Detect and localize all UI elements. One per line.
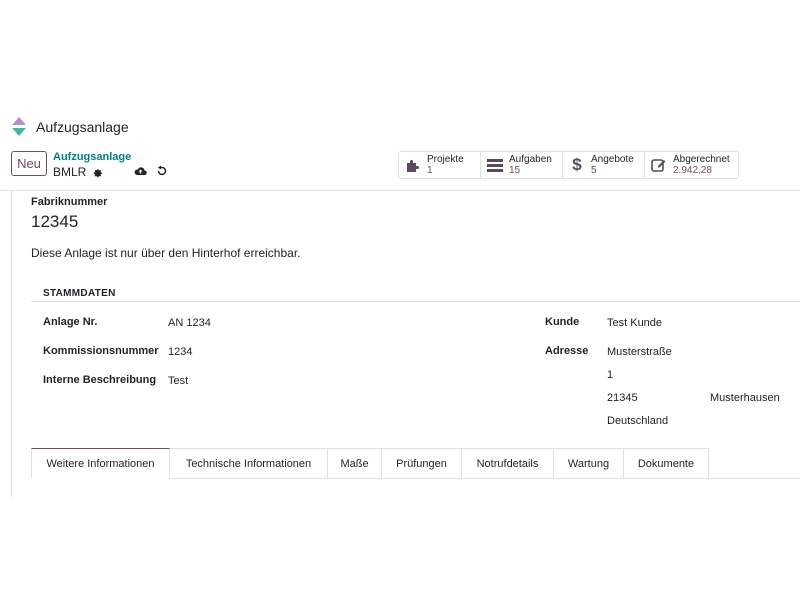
access-note[interactable]: Diese Anlage ist nur über den Hinterhof …	[31, 246, 301, 260]
app-logo-icon	[12, 117, 26, 137]
stat-button-aufgaben[interactable]: Aufgaben 15	[481, 152, 563, 178]
tasks-icon	[487, 157, 503, 173]
tab-notrufdetails[interactable]: Notrufdetails	[462, 448, 554, 479]
stat-label: Projekte	[427, 154, 464, 165]
gear-icon[interactable]	[90, 165, 104, 179]
adresse-label: Adresse	[545, 345, 589, 357]
stat-value: 1	[427, 165, 433, 176]
kommissionsnummer-field[interactable]: 1234	[168, 346, 192, 358]
street-number-field[interactable]: 1	[607, 369, 613, 381]
breadcrumb-current: BMLR	[53, 165, 104, 179]
app-title[interactable]: Aufzugsanlage	[36, 119, 129, 135]
smart-buttons: Projekte 1 Aufgaben 15 $ Angebote 5 Abgerec…	[398, 151, 739, 179]
breadcrumb-parent[interactable]: Aufzugsanlage	[53, 151, 131, 163]
section-divider	[31, 301, 800, 302]
sheet-border	[11, 191, 12, 497]
tab-technische-informationen[interactable]: Technische Informationen	[170, 448, 328, 479]
city-field[interactable]: Musterhausen	[710, 392, 780, 404]
stat-value: 2.942,28	[673, 165, 712, 176]
kommissionsnummer-label: Kommissionsnummer	[43, 345, 159, 357]
discard-icon[interactable]	[155, 164, 169, 178]
stat-label: Aufgaben	[509, 154, 552, 165]
new-button[interactable]: Neu	[11, 151, 47, 176]
dollar-icon: $	[572, 155, 582, 174]
stat-label: Angebote	[591, 154, 634, 165]
tab-pruefungen[interactable]: Prüfungen	[382, 448, 462, 479]
kunde-label: Kunde	[545, 316, 580, 328]
tab-masse[interactable]: Maße	[328, 448, 382, 479]
stat-label: Abgerechnet	[673, 154, 730, 165]
cloud-upload-icon[interactable]	[133, 164, 147, 178]
section-title-stammdaten: STAMMDATEN	[43, 288, 116, 299]
stat-button-angebote[interactable]: $ Angebote 5	[563, 152, 645, 178]
stat-value: 5	[591, 165, 597, 176]
interne-beschreibung-field[interactable]: Test	[168, 375, 188, 387]
anlage-nr-label: Anlage Nr.	[43, 316, 98, 328]
fabriknummer-field[interactable]: 12345	[31, 212, 78, 232]
tab-dokumente[interactable]: Dokumente	[624, 448, 709, 479]
zip-field[interactable]: 21345	[607, 392, 638, 404]
kunde-field[interactable]: Test Kunde	[607, 317, 662, 329]
stat-button-projekte[interactable]: Projekte 1	[399, 152, 481, 178]
fabriknummer-label: Fabriknummer	[31, 196, 108, 208]
breadcrumb-current-label: BMLR	[53, 165, 87, 179]
stat-button-abgerechnet[interactable]: Abgerechnet 2.942,28	[645, 152, 738, 178]
edit-icon	[651, 157, 667, 173]
anlage-nr-field[interactable]: AN 1234	[168, 317, 211, 329]
country-field[interactable]: Deutschland	[607, 415, 668, 427]
header-divider	[0, 190, 800, 191]
puzzle-icon	[405, 157, 421, 173]
stat-value: 15	[509, 165, 521, 176]
interne-beschreibung-label: Interne Beschreibung	[43, 374, 157, 386]
tab-weitere-informationen[interactable]: Weitere Informationen	[31, 448, 170, 479]
street-field[interactable]: Musterstraße	[607, 346, 672, 358]
tabs-baseline	[170, 478, 800, 479]
tab-wartung[interactable]: Wartung	[554, 448, 624, 479]
notebook-tabs: Weitere Informationen Technische Informa…	[31, 448, 709, 479]
